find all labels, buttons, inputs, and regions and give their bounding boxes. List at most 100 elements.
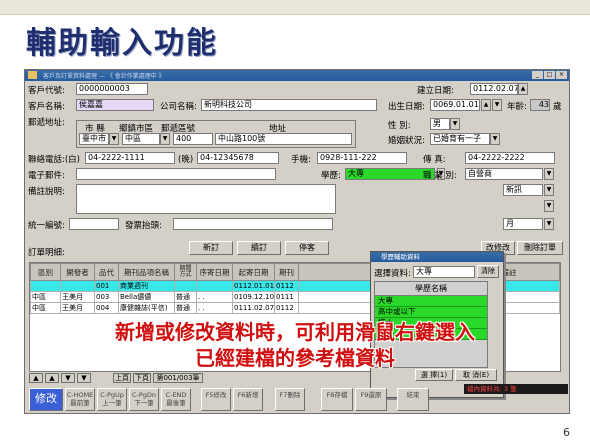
side-field-1[interactable]: 新訊 [503, 184, 543, 196]
tax-id-label: 統一編號: [28, 221, 65, 231]
last-button[interactable]: C-END 最後筆 [161, 388, 191, 411]
grid-header[interactable]: 開發者 [60, 263, 95, 281]
grid-cell [60, 280, 95, 292]
close-icon[interactable]: × [556, 71, 567, 79]
next-button[interactable]: C-PgDn 下一筆 [129, 388, 159, 411]
grid-cell: 普通 [174, 291, 197, 303]
phone-night-label: (晚) [178, 155, 194, 165]
delete-order-button[interactable]: 刪除訂單 [517, 241, 563, 255]
dialog-title: 學歷輔助資料 [371, 252, 503, 262]
birth-date-dropdown[interactable]: ▼ [492, 99, 502, 111]
list-item[interactable]: 大專 [375, 296, 487, 307]
continue-order-button[interactable]: 續訂 [237, 241, 281, 255]
grid-header[interactable]: 期刊 [274, 263, 299, 281]
overlay-caption-line-1: 新增或修改資料時，可利用滑鼠右鍵選入 [115, 320, 475, 344]
grid-header[interactable]: 期間 方式 [174, 263, 197, 281]
addr-zip-field[interactable]: 400 [173, 133, 213, 145]
tax-id-field[interactable] [69, 218, 119, 230]
addr-city-select[interactable]: 臺中市 [79, 133, 109, 145]
f8-save-button[interactable]: F8存檔 [321, 388, 353, 411]
f5-modify-button[interactable]: F5修改 [201, 388, 231, 411]
education-field[interactable]: 大專 [345, 168, 435, 180]
minimize-icon[interactable]: _ [532, 71, 543, 79]
f7-delete-button[interactable]: F7刪除 [275, 388, 305, 411]
phone-day-field[interactable]: 04-2222-1111 [85, 152, 175, 164]
grid-cell: 0111 [274, 291, 299, 303]
side-dropdown-3[interactable]: ▼ [544, 218, 554, 230]
page-prev-button[interactable]: 上頁 [113, 373, 131, 383]
marital-dropdown[interactable]: ▼ [490, 133, 500, 145]
record-counter: 第001/003筆 [153, 373, 203, 383]
birth-date-field[interactable]: 0069.01.01 [430, 99, 480, 111]
gender-select[interactable]: 男 [430, 118, 450, 130]
overlay-caption-line-2: 已經建檔的參考檔資料 [195, 346, 395, 370]
page-number: 6 [563, 426, 570, 439]
marital-select[interactable]: 已婚育有一子 [430, 133, 490, 145]
grid-cell: 0112 [274, 280, 299, 292]
app-icon [28, 71, 37, 79]
created-date-spinner[interactable]: ▲ [518, 83, 528, 95]
maximize-icon[interactable]: □ [544, 71, 555, 79]
customer-name-field[interactable]: 侯嘉嘉 [76, 99, 154, 111]
birth-date-spinner[interactable]: ▲ [481, 99, 491, 111]
grid-header[interactable]: 序寄日期 [196, 263, 233, 281]
invoice-field[interactable] [173, 218, 333, 230]
fax-label: 傳 真: [423, 155, 446, 165]
job-label: 職 業 別: [423, 171, 457, 181]
select-data-field[interactable]: 大專 [413, 266, 475, 278]
remarks-field[interactable] [76, 184, 336, 214]
first-record-button[interactable]: ▲ [29, 373, 43, 383]
phone-day-label: 聯絡電話:(白) [28, 155, 80, 165]
side-dropdown-1[interactable]: ▼ [544, 184, 554, 196]
grid-header[interactable]: 期刊品項名稱 [118, 263, 175, 281]
age-label: 年齡: [507, 102, 527, 112]
last-record-button[interactable]: ▼ [77, 373, 91, 383]
phone-night-field[interactable]: 04-12345678 [197, 152, 279, 164]
side-field-2[interactable]: 月 [503, 218, 543, 230]
addr-street-field[interactable]: 中山路100號 [215, 133, 352, 145]
prev-button[interactable]: C-PgUp 上一筆 [97, 388, 127, 411]
job-field[interactable]: 自營商 [465, 168, 543, 180]
f9-restore-button[interactable]: F9還原 [355, 388, 387, 411]
grid-cell [196, 280, 233, 292]
address-group: 市 縣 鄉鎮市區 郵遞區號 地址 臺中市 ▼ 中區 ▼ 400 中山路100號 [76, 120, 356, 148]
modify-mode-button[interactable]: 修改 [29, 388, 63, 411]
stop-order-button[interactable]: 停客 [285, 241, 329, 255]
side-dropdown-2[interactable]: ▼ [544, 200, 554, 212]
f6-add-button[interactable]: F6新增 [233, 388, 263, 411]
job-dropdown[interactable]: ▼ [544, 168, 554, 180]
grid-header[interactable]: 區別 [30, 263, 61, 281]
customer-code-field[interactable]: 0000000003 [76, 83, 148, 95]
select-data-label: 選擇資料: [374, 269, 411, 279]
grid-cell: Bella儂儂 [118, 291, 175, 303]
addr-district-dropdown[interactable]: ▼ [160, 133, 170, 145]
exit-button[interactable]: 結束 [397, 388, 429, 411]
created-date-field[interactable]: 0112.02.07 [470, 83, 518, 95]
grid-header[interactable]: 起寄日期 [232, 263, 275, 281]
grid-cell: 王美月 [60, 291, 95, 303]
company-field[interactable]: 新明科技公司 [201, 99, 377, 111]
remarks-label: 備註說明: [28, 187, 65, 197]
grid-cell: 0112.01.01 [232, 280, 275, 292]
addr-district-select[interactable]: 中區 [122, 133, 160, 145]
addr-city-dropdown[interactable]: ▼ [109, 133, 119, 145]
grid-cell [174, 280, 197, 292]
grid-header[interactable]: 品代 [94, 263, 119, 281]
email-field[interactable] [76, 168, 276, 180]
page-next-button[interactable]: 下頁 [133, 373, 151, 383]
fax-field[interactable]: 04-2222-2222 [465, 152, 555, 164]
grid-cell: 001 [94, 280, 119, 292]
clear-button[interactable]: 清除 [477, 265, 499, 278]
prev-record-button[interactable]: ▲ [45, 373, 59, 383]
gender-label: 性 別: [388, 121, 411, 131]
grid-cell: 商業週刊 [118, 280, 175, 292]
gender-dropdown[interactable]: ▼ [450, 118, 460, 130]
next-record-button[interactable]: ▼ [61, 373, 75, 383]
slide-top-band [0, 0, 590, 15]
first-button[interactable]: C-HOME 最前筆 [65, 388, 95, 411]
new-order-button[interactable]: 新訂 [189, 241, 233, 255]
mobile-field[interactable]: 0928-111-222 [317, 152, 407, 164]
grid-cell: 中區 [30, 302, 61, 314]
status-record-total: 檔內資料共: 3 筆 [464, 384, 568, 394]
grid-cell [30, 280, 61, 292]
